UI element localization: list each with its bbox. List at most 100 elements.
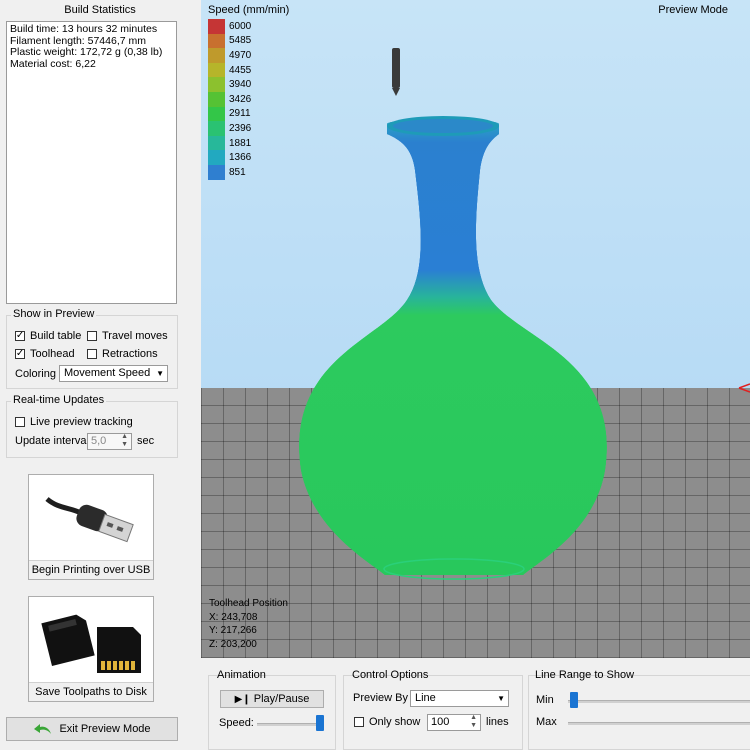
build-table-check-icon: ✓	[15, 330, 25, 341]
coloring-select[interactable]: Movement Speed ▼	[59, 365, 168, 382]
speed-legend-row: 6000	[208, 19, 251, 34]
retractions-label: Retractions	[102, 348, 158, 360]
toolhead-position-x: X: 243,708	[209, 611, 258, 623]
spin-arrows-icon: ▲ ▼	[121, 433, 128, 448]
build-table-label: Build table	[30, 330, 82, 342]
travel-moves-label: Travel moves	[102, 330, 168, 342]
speed-slider-thumb[interactable]	[316, 715, 324, 731]
live-preview-label: Live preview tracking	[30, 416, 133, 428]
speed-legend-swatch	[208, 150, 225, 165]
preview-by-select[interactable]: Line ▼	[410, 690, 509, 707]
line-range-max-track[interactable]	[568, 722, 750, 725]
left-panel: Build Statistics Build time: 13 hours 32…	[0, 0, 200, 750]
animation-group	[208, 675, 336, 750]
travel-moves-check-box	[87, 331, 97, 341]
speed-legend-swatch	[208, 48, 225, 63]
begin-printing-usb-label: Begin Printing over USB	[29, 560, 153, 579]
toolhead-checkbox[interactable]: ✓ Toolhead	[15, 348, 75, 360]
live-preview-tracking-checkbox[interactable]: Live preview tracking	[15, 416, 133, 428]
update-interval-unit: sec	[137, 435, 155, 447]
animation-title: Animation	[217, 669, 266, 681]
speed-legend-row: 4455	[208, 62, 252, 78]
toolhead-nozzle-icon	[392, 48, 400, 96]
line-count-input[interactable]: 100 ▲ ▼	[427, 714, 481, 731]
toolhead-position-title: Toolhead Position	[209, 598, 288, 609]
coloring-value: Movement Speed	[64, 367, 151, 379]
exit-preview-mode-button[interactable]: Exit Preview Mode	[6, 717, 178, 741]
sd-card-icon	[41, 614, 141, 673]
speed-legend-value: 851	[229, 166, 246, 178]
line-range-max-label: Max	[536, 716, 557, 728]
preview-by-label: Preview By	[353, 692, 409, 704]
speed-legend-row: 3940	[208, 77, 251, 92]
play-pause-icon: ▶❙	[234, 694, 251, 705]
speed-legend-row: 1881	[208, 135, 252, 151]
toolhead-position-z: Z: 203,200	[209, 638, 257, 650]
speed-legend-value: 3940	[229, 79, 252, 91]
stat-plastic-weight: Plastic weight: 172,72 g (0,38 lb)	[10, 46, 163, 58]
speed-legend-row: 851	[208, 164, 251, 180]
speed-legend-swatch	[208, 33, 225, 49]
speed-legend-row: 4970	[208, 48, 251, 63]
speed-legend-row: 5485	[208, 33, 252, 49]
speed-legend-row: 2396	[208, 121, 251, 136]
speed-legend-value: 1881	[229, 137, 252, 149]
save-toolpaths-disk-label: Save Toolpaths to Disk	[29, 682, 153, 701]
speed-legend-title: Speed (mm/min)	[208, 4, 290, 16]
speed-legend-swatch	[208, 106, 225, 122]
speed-legend-value: 2396	[229, 122, 252, 134]
preview-mode-label: Preview Mode	[658, 4, 728, 16]
speed-legend-swatch	[208, 77, 225, 92]
only-show-label: Only show	[369, 716, 421, 728]
line-range-group	[528, 675, 750, 750]
coloring-label: Coloring	[15, 368, 56, 380]
back-arrow-icon	[34, 724, 52, 735]
chevron-down-icon: ▼	[156, 369, 164, 378]
update-interval-input[interactable]: 5,0 ▲ ▼	[87, 433, 132, 450]
build-table-checkbox[interactable]: ✓ Build table	[15, 330, 81, 342]
only-show-checkbox[interactable]: Only show	[354, 716, 420, 728]
play-pause-button[interactable]: ▶❙ Play/Pause	[220, 690, 324, 708]
speed-legend-value: 5485	[229, 35, 252, 47]
update-interval-label: Update interval	[15, 435, 89, 447]
show-in-preview-title: Show in Preview	[11, 308, 97, 320]
chevron-down-icon: ▼	[497, 694, 505, 703]
retractions-check-box	[87, 349, 97, 359]
save-toolpaths-disk-button[interactable]: Save Toolpaths to Disk	[28, 596, 154, 702]
speed-slider-track[interactable]	[257, 723, 323, 726]
play-pause-label: Play/Pause	[253, 693, 310, 705]
speed-legend-value: 2911	[229, 108, 251, 120]
toolhead-position-y: Y: 217,266	[209, 625, 257, 636]
speed-legend-swatch	[208, 19, 225, 34]
speed-legend: 6000 5485 4970 4455 3940 3426 2911 2396 1881 1366…	[208, 19, 251, 180]
stat-material-cost: Material cost: 6,22	[10, 57, 96, 70]
control-options-group	[343, 675, 523, 750]
build-statistics-box: Build time: 13 hours 32 minutes Filament…	[6, 21, 177, 304]
speed-legend-value: 4455	[229, 64, 252, 76]
toolhead-check-icon: ✓	[15, 348, 25, 359]
control-options-title: Control Options	[352, 669, 429, 681]
speed-legend-row: 2911	[208, 106, 251, 122]
stat-build-time: Build time: 13 hours 32 minutes	[10, 23, 158, 35]
speed-legend-value: 6000	[229, 20, 252, 32]
travel-moves-checkbox[interactable]: Travel moves	[87, 330, 168, 342]
speed-legend-swatch	[208, 121, 225, 136]
speed-legend-swatch	[208, 62, 225, 78]
speed-legend-value: 4970	[229, 49, 252, 61]
spin-arrows-icon: ▲ ▼	[470, 714, 477, 729]
speed-legend-value: 3426	[229, 93, 252, 105]
line-range-min-thumb[interactable]	[570, 692, 578, 708]
toolhead-position: Toolhead Position X: 243,708 Y: 217,266 …	[209, 597, 288, 651]
speed-legend-swatch	[208, 164, 225, 180]
speed-legend-row: 1366	[208, 150, 251, 165]
exit-preview-mode-label: Exit Preview Mode	[59, 723, 151, 735]
speed-legend-value: 1366	[229, 152, 252, 164]
retractions-checkbox[interactable]: Retractions	[87, 348, 158, 360]
only-show-check-box	[354, 717, 364, 727]
3d-viewport[interactable]: Speed (mm/min) 6000 5485 4970 4455 3940 3426 2…	[201, 0, 750, 658]
line-range-min-track[interactable]	[568, 700, 750, 703]
speed-legend-swatch	[208, 135, 225, 151]
toolhead-label: Toolhead	[30, 348, 75, 360]
live-preview-check-box	[15, 417, 25, 427]
begin-printing-usb-button[interactable]: Begin Printing over USB	[28, 474, 154, 580]
